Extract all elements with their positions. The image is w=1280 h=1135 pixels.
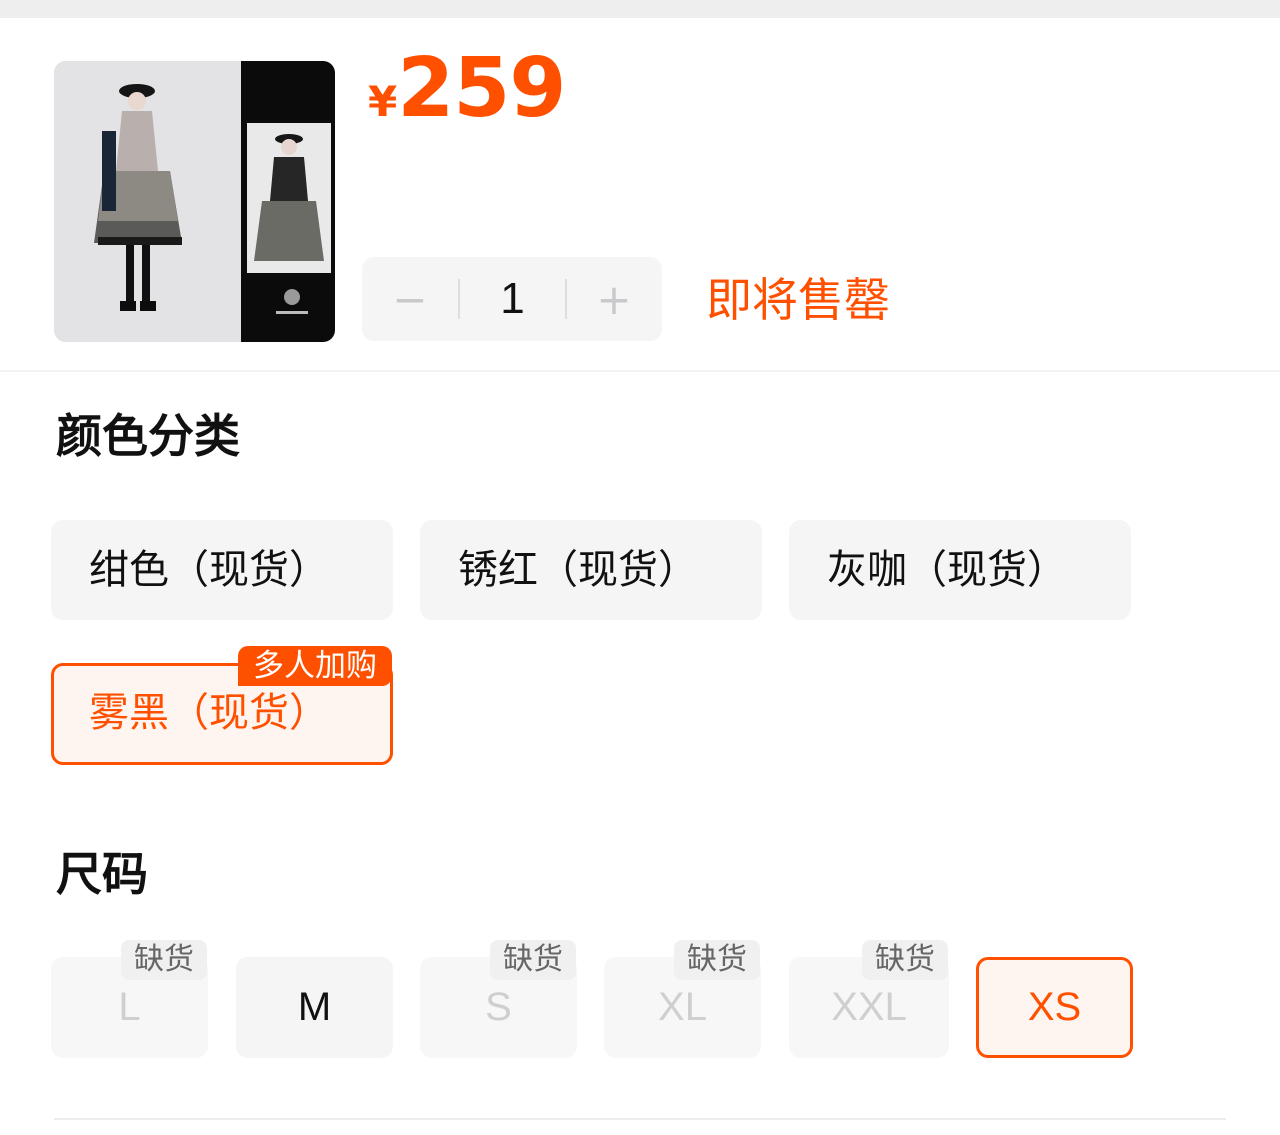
- product-photo: [54, 61, 335, 342]
- out-of-stock-badge: 缺货: [490, 940, 576, 980]
- quantity-value[interactable]: 1: [460, 257, 565, 341]
- divider: [0, 370, 1280, 372]
- color-option-navy[interactable]: 绀色（现货）: [51, 520, 393, 620]
- price-currency: ¥: [368, 77, 398, 126]
- divider: [54, 1118, 1226, 1120]
- popular-badge: 多人加购: [238, 646, 392, 686]
- increase-quantity-button[interactable]: +: [566, 257, 662, 341]
- color-option-rust-red[interactable]: 锈红（现货）: [420, 520, 762, 620]
- size-option-xs[interactable]: XS: [976, 957, 1133, 1058]
- size-section-title: 尺码: [56, 847, 148, 901]
- stock-status: 即将售罄: [706, 273, 890, 327]
- color-option-grey-brown[interactable]: 灰咖（现货）: [789, 520, 1131, 620]
- size-option-m[interactable]: M: [236, 957, 393, 1058]
- out-of-stock-badge: 缺货: [862, 940, 948, 980]
- top-bar: [0, 0, 1280, 18]
- price-value: 259: [397, 41, 566, 136]
- quantity-stepper: − 1 +: [362, 257, 662, 341]
- product-thumbnail[interactable]: [54, 61, 335, 342]
- price: ¥259: [368, 48, 566, 130]
- decrease-quantity-button[interactable]: −: [362, 257, 458, 341]
- out-of-stock-badge: 缺货: [674, 940, 760, 980]
- color-section-title: 颜色分类: [56, 409, 240, 463]
- out-of-stock-badge: 缺货: [121, 940, 207, 980]
